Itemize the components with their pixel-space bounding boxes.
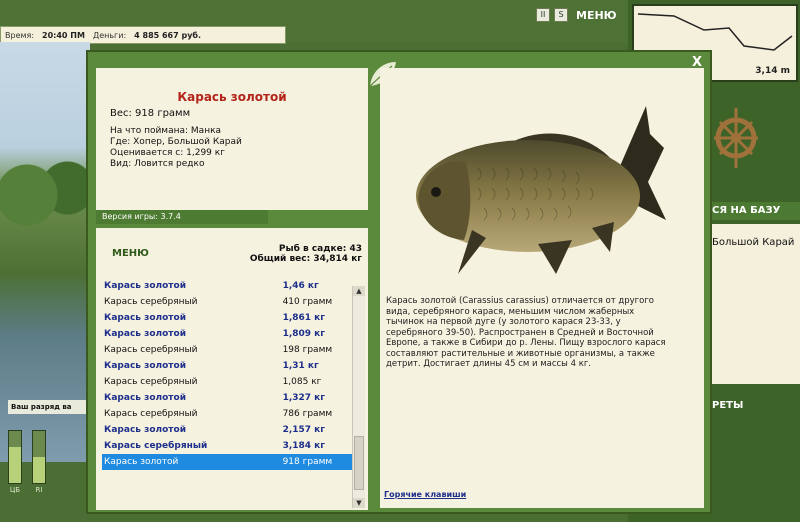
dialog-menu-button[interactable]: МЕНЮ (112, 248, 149, 259)
fish-description: Карась золотой (Carassius carassius) отл… (386, 296, 666, 369)
keepnet-box: МЕНЮ Рыб в садке: 43 Общий вес: 34,814 к… (96, 228, 368, 510)
valued-from: Оценивается с: 1,299 кг (110, 148, 225, 158)
trees-scene (0, 160, 90, 230)
catch-fish-name: Карась золотой (104, 457, 179, 467)
gauge-right-label: RI (35, 486, 43, 494)
scroll-up-arrow-icon[interactable]: ▲ (353, 286, 365, 296)
gauge-right-fill (33, 457, 45, 483)
catch-row[interactable]: Карась серебряный 786 грамм (102, 406, 356, 422)
catch-row[interactable]: Карась золотой 918 грамм (102, 454, 356, 470)
fish-info-box: Карась золотой Вес: 918 грамм На что пой… (96, 68, 368, 210)
catch-fish-weight: 786 грамм (282, 409, 333, 419)
catch-fish-name: Карась золотой (104, 281, 186, 291)
catch-fish-weight: 1,46 кг (282, 281, 319, 291)
rank-tip: Ваш разряд ва (8, 400, 91, 414)
top-menu-button[interactable]: МЕНЮ (576, 9, 617, 22)
catch-fish-weight: 2,157 кг (282, 425, 325, 435)
catch-fish-weight: 1,809 кг (282, 329, 325, 339)
catch-row[interactable]: Карась серебряный 198 грамм (102, 342, 356, 358)
catch-fish-weight: 918 грамм (282, 457, 333, 467)
game-version: Версия игры: 3.7.4 (96, 210, 268, 224)
catch-location: Где: Хопер, Большой Карай (110, 137, 242, 147)
fish-details: На что поймана: Манка Где: Хопер, Большо… (110, 126, 242, 170)
catch-fish-weight: 1,31 кг (282, 361, 319, 371)
time-value: 20:40 ПМ (42, 30, 85, 40)
catch-fish-weight: 3,184 кг (282, 441, 325, 451)
catch-fish-name: Карась золотой (104, 313, 186, 323)
catch-row[interactable]: Карась серебряный 3,184 кг (102, 438, 356, 454)
catch-fish-name: Карась золотой (104, 329, 186, 339)
catch-fish-name: Карась серебряный (104, 441, 208, 451)
fish-kind: Вид: Ловится редко (110, 159, 205, 169)
crucian-carp-image (416, 106, 666, 274)
catch-fish-name: Карась золотой (104, 393, 186, 403)
scroll-down-arrow-icon[interactable]: ▼ (353, 498, 365, 508)
catch-list-scrollbar[interactable]: ▲ ▼ (352, 286, 365, 508)
gauges: ЦБ RI (8, 430, 46, 494)
catch-row[interactable]: Карась золотой 1,327 кг (102, 390, 356, 406)
top-icons: II S МЕНЮ (536, 8, 617, 22)
scroll-thumb[interactable] (354, 436, 364, 490)
catch-fish-weight: 1,861 кг (282, 313, 325, 323)
total-weight: Общий вес: 34,814 кг (249, 254, 362, 264)
catch-row[interactable]: Карась золотой 1,861 кг (102, 310, 356, 326)
catch-fish-name: Карась серебряный (104, 377, 198, 387)
money-value: 4 885 667 руб. (134, 30, 202, 40)
lake-scene (0, 42, 90, 462)
fish-name: Карась золотой (177, 90, 287, 104)
catch-row[interactable]: Карась золотой 2,157 кг (102, 422, 356, 438)
sound-icon[interactable]: S (554, 8, 568, 22)
catch-row[interactable]: Карась серебряный 1,085 кг (102, 374, 356, 390)
secrets-button[interactable]: РЕТЫ (708, 396, 800, 416)
catch-fish-name: Карась серебряный (104, 409, 198, 419)
location-box: Большой Карай (708, 224, 800, 384)
dialog-left-column: Карась золотой Вес: 918 грамм На что пой… (96, 68, 368, 510)
depth-value: 3,14 m (755, 66, 790, 76)
dialog-right-column: Карась золотой (Carassius carassius) отл… (380, 68, 704, 508)
gauge-left-fill (9, 446, 21, 483)
gauge-left-label: ЦБ (9, 486, 21, 494)
catch-row[interactable]: Карась золотой 1,809 кг (102, 326, 356, 342)
gauge-left (8, 430, 22, 484)
catch-row[interactable]: Карась золотой 1,46 кг (102, 278, 356, 294)
keepnet-summary: Рыб в садке: 43 Общий вес: 34,814 кг (250, 244, 362, 264)
pause-icon[interactable]: II (536, 8, 550, 22)
catch-fish-weight: 198 грамм (282, 345, 333, 355)
ship-wheel-icon[interactable] (710, 100, 762, 176)
fish-count: Рыб в садке: 43 (278, 244, 362, 254)
catch-list: Карась золотой 1,46 кг Карась серебряный 41… (102, 278, 356, 470)
catch-fish-name: Карась серебряный (104, 297, 198, 307)
location-text: Большой Карай (712, 237, 795, 248)
catch-fish-name: Карась золотой (104, 361, 186, 371)
time-label: Время: (5, 30, 35, 40)
catch-fish-name: Карась серебряный (104, 345, 198, 355)
catch-row[interactable]: Карась золотой 1,31 кг (102, 358, 356, 374)
hotkeys-link[interactable]: Горячие клавиши (384, 490, 466, 499)
catch-row[interactable]: Карась серебряный 410 грамм (102, 294, 356, 310)
gauge-right (32, 430, 46, 484)
fish-weight: Вес: 918 грамм (110, 108, 191, 119)
catch-fish-weight: 1,085 кг (282, 377, 322, 387)
caught-on: На что поймана: Манка (110, 126, 222, 136)
money-label: Деньги: (92, 30, 127, 40)
catch-fish-name: Карась золотой (104, 425, 186, 435)
catch-fish-weight: 1,327 кг (282, 393, 325, 403)
catch-fish-weight: 410 грамм (282, 297, 333, 307)
to-base-button[interactable]: СЯ НА БАЗУ (708, 202, 800, 220)
